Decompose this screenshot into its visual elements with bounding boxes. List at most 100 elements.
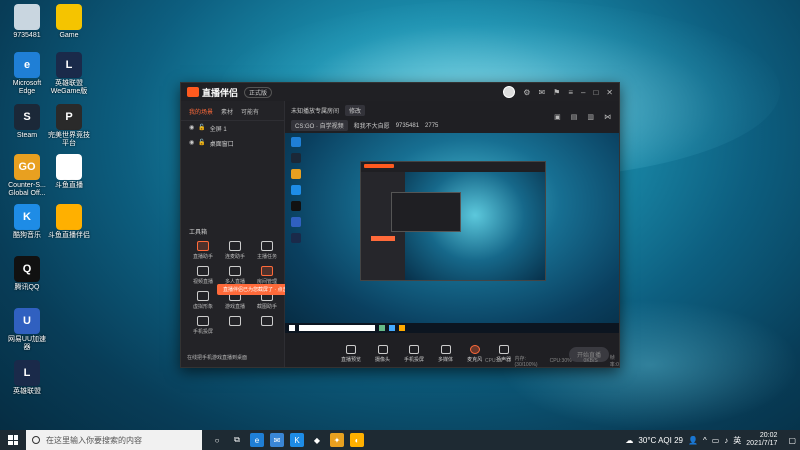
ime-indicator[interactable]: 英: [733, 435, 741, 446]
taskbar-search[interactable]: 在这里输入你要搜索的内容: [26, 430, 202, 450]
mail-icon[interactable]: ✉: [538, 88, 545, 97]
tool-item[interactable]: 主播任务: [251, 241, 283, 260]
desktop-icon-douyu-companion[interactable]: 斗鱼直播伴侣: [48, 204, 90, 240]
mail-app-icon[interactable]: ✉: [270, 433, 284, 447]
lol-wegame-icon: L: [56, 52, 82, 78]
status-bar: CPU:30 内存:(30/100%) CPU:30% 0KB/S 帧率:0: [285, 355, 619, 368]
title-bar: 直播伴侣 正式版 ⚙ ✉ ⚑ ≡ – □ ✕: [181, 83, 619, 101]
tool-item[interactable]: 房间管理: [251, 266, 283, 285]
tool-item[interactable]: 连麦助手: [219, 241, 251, 260]
scene-item[interactable]: ◉ 🔓 全屏 1: [181, 121, 284, 136]
tab-scenes[interactable]: 我的场景: [189, 107, 213, 116]
desktop-icon-uu-accelerator[interactable]: U 网易UU加速器: [6, 308, 48, 352]
control-icon: [377, 345, 388, 354]
user-avatar[interactable]: [503, 86, 516, 98]
scene-item[interactable]: ◉ 🔓 桌面窗口: [181, 136, 284, 151]
logo-icon: [187, 87, 199, 97]
tab-assets[interactable]: 素材: [221, 107, 233, 116]
tool-item[interactable]: 虚拟形象: [187, 291, 219, 310]
start-button[interactable]: [0, 430, 26, 450]
notification-icon[interactable]: ▢: [788, 436, 796, 445]
douyu-icon[interactable]: ◐: [350, 433, 364, 447]
windows-icon: [8, 435, 18, 445]
desktop-icon-microsoft-edge[interactable]: e Microsoft Edge: [6, 52, 48, 96]
desktop-icon-label: 斗鱼直播伴侣: [48, 232, 90, 239]
toolbox-title: 工具箱: [189, 230, 208, 236]
task-view-icon[interactable]: ⧉: [230, 433, 244, 447]
desktop-icon-lol-wegame[interactable]: L 英雄联盟 WeGame版: [48, 52, 90, 96]
minimize-icon[interactable]: –: [581, 88, 585, 97]
person-icon[interactable]: 👤: [688, 436, 698, 445]
close-icon[interactable]: ✕: [606, 88, 613, 97]
scene-tabs: 我的场景 素材 可能有: [181, 101, 284, 121]
status-item: 0KB/S: [583, 358, 598, 364]
tool-item[interactable]: 直播助手: [187, 241, 219, 260]
douyu-file-icon: [56, 154, 82, 180]
desktop-icon-label: 英雄联盟: [13, 388, 41, 395]
tool-item[interactable]: 视频直播: [187, 266, 219, 285]
box-icon[interactable]: ▤: [571, 113, 578, 121]
hot-value: 2775: [425, 122, 439, 129]
network-icon[interactable]: ▭: [712, 436, 720, 445]
settings-icon[interactable]: ⚙: [523, 88, 530, 97]
tool-icon: [197, 316, 209, 326]
tab-more[interactable]: 可能有: [241, 107, 259, 116]
weather-icon[interactable]: ☁: [625, 436, 633, 445]
edge-icon[interactable]: e: [250, 433, 264, 447]
status-item: CPU:30%: [549, 358, 572, 364]
desktop-icon-perfect-world[interactable]: P 完美世界竞技平台: [48, 104, 90, 148]
tool-label: 连麦助手: [224, 254, 245, 260]
csgo-icon: GO: [14, 154, 40, 180]
perfect-world-icon: P: [56, 104, 82, 130]
eye-icon[interactable]: ◉: [189, 139, 194, 148]
lock-icon[interactable]: 🔓: [198, 124, 205, 133]
menu-icon[interactable]: ≡: [568, 88, 573, 97]
desktop-icon-steam[interactable]: S Steam: [6, 104, 48, 140]
desktop-icon-qq[interactable]: Q 腾讯QQ: [6, 256, 48, 292]
system-tray: ☁ 30°C AQI 29 👤 ^ ▭ ♪ 英 20:02 2021/7/17 …: [625, 432, 800, 448]
edit-badge[interactable]: 修改: [345, 105, 366, 116]
kugou-icon[interactable]: K: [290, 433, 304, 447]
desktop-icon-obs-profile[interactable]: 9735481: [6, 4, 48, 40]
room-name[interactable]: 未知播放专属房间: [291, 106, 339, 115]
clock[interactable]: 20:02 2021/7/17: [746, 432, 783, 448]
desktop-icon-kugou[interactable]: K 酷狗音乐: [6, 204, 48, 240]
tool-item[interactable]: [219, 316, 251, 335]
app-title: 直播伴侣: [202, 87, 239, 98]
weather-text[interactable]: 30°C AQI 29: [638, 436, 683, 445]
live-preview[interactable]: [285, 133, 619, 333]
room-id: 9735481: [395, 122, 420, 129]
maximize-icon[interactable]: □: [593, 88, 598, 97]
eye-icon[interactable]: ◉: [189, 124, 194, 133]
app-logo: 直播伴侣: [187, 86, 238, 99]
promo-banner[interactable]: 在线把手机游戏直播到桌面: [187, 354, 247, 361]
room-category[interactable]: CS:GO · 自学视频: [291, 120, 348, 131]
tool-item[interactable]: [251, 316, 283, 335]
uu-accelerator-icon: U: [14, 308, 40, 334]
title-actions: ⚙ ✉ ⚑ ≡ – □ ✕: [503, 86, 613, 98]
csgo-icon[interactable]: ✦: [330, 433, 344, 447]
desktop-icon-douyu-file[interactable]: 斗鱼直播: [48, 154, 90, 190]
scene-label: 全屏 1: [209, 127, 227, 133]
tool-item[interactable]: 手机投屏: [187, 316, 219, 335]
desktop-icon-game[interactable]: Game: [48, 4, 90, 40]
clock-time: 20:02: [759, 432, 778, 439]
microsoft-edge-icon: e: [14, 52, 40, 78]
flag-icon[interactable]: ⚑: [553, 88, 560, 97]
cortana-icon[interactable]: ○: [210, 433, 224, 447]
desktop-icon-label: 酷狗音乐: [13, 232, 41, 239]
steam-icon: S: [14, 104, 40, 130]
share-icon[interactable]: ⋈: [604, 113, 611, 121]
lol-icon: L: [14, 360, 40, 386]
lock-icon[interactable]: ▥: [587, 113, 594, 121]
volume-icon[interactable]: ♪: [724, 436, 728, 445]
control-icon: [440, 345, 451, 354]
gift-icon[interactable]: ▣: [554, 113, 561, 121]
chevron-up-icon[interactable]: ^: [703, 436, 707, 445]
desktop-icon-csgo[interactable]: GO Counter-S... Global Off...: [6, 154, 48, 198]
lock-icon[interactable]: 🔓: [198, 139, 205, 148]
wegame-icon[interactable]: ◆: [310, 433, 324, 447]
version-badge[interactable]: 正式版: [244, 86, 273, 98]
desktop-icon-lol[interactable]: L 英雄联盟: [6, 360, 48, 396]
tool-item[interactable]: 多人直播: [219, 266, 251, 285]
